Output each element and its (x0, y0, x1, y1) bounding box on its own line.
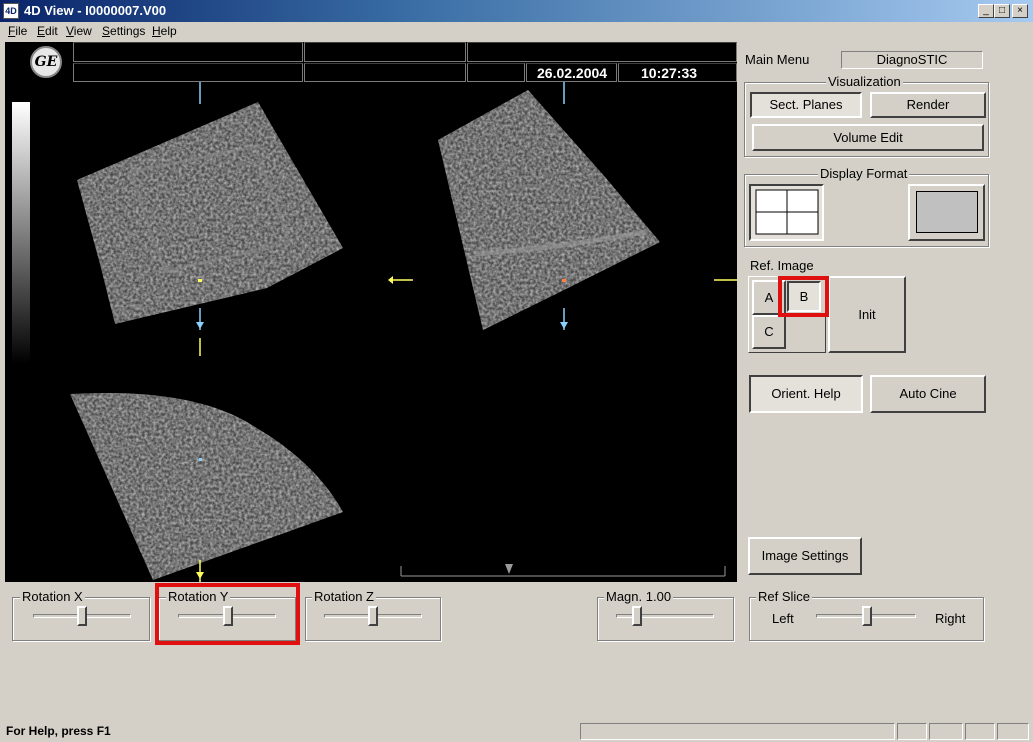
ref-image-c-button[interactable]: C (752, 315, 786, 349)
status-help-text: For Help, press F1 (6, 724, 111, 738)
minimize-button[interactable]: _ (978, 4, 994, 18)
magnification-thumb[interactable] (632, 606, 642, 626)
rotation-x-thumb[interactable] (77, 606, 87, 626)
plane-a-image[interactable] (77, 102, 343, 324)
highlight-box-b (778, 276, 829, 317)
cine-scale[interactable] (400, 564, 726, 577)
menu-view[interactable]: View (66, 24, 92, 38)
ref-image-title: Ref. Image (750, 258, 814, 273)
menu-help[interactable]: Help (152, 24, 177, 38)
highlight-box-rotation-y (155, 583, 300, 645)
rotation-z-thumb[interactable] (368, 606, 378, 626)
magnification-track[interactable] (616, 614, 714, 618)
status-panel (965, 723, 995, 740)
mode-display: DiagnoSTIC (841, 51, 983, 69)
maximize-button[interactable]: □ (994, 4, 1010, 18)
app-icon: 4D (3, 3, 19, 19)
plane-c-image[interactable] (70, 392, 343, 580)
ref-slice-right-label: Right (935, 611, 966, 626)
ultrasound-images[interactable] (5, 42, 737, 582)
single-format-button[interactable] (908, 184, 985, 241)
init-button[interactable]: Init (828, 276, 906, 353)
plane-b-image[interactable] (438, 90, 660, 330)
rotation-z-label: Rotation Z (312, 589, 376, 604)
menu-file[interactable]: File (8, 24, 27, 38)
display-format-title: Display Format (818, 166, 910, 181)
status-panel (580, 723, 895, 740)
auto-cine-button[interactable]: Auto Cine (870, 375, 986, 413)
rotation-x-label: Rotation X (20, 589, 85, 604)
orient-help-button[interactable]: Orient. Help (749, 375, 863, 413)
menu-bar: File Edit View Settings Help (0, 22, 1033, 41)
main-menu-label: Main Menu (745, 52, 810, 67)
menu-settings[interactable]: Settings (102, 24, 145, 38)
quad-layout-icon (755, 189, 819, 235)
status-panel (929, 723, 963, 740)
status-panel (897, 723, 927, 740)
cine-marker (505, 564, 513, 574)
status-panel (997, 723, 1029, 740)
close-button[interactable]: × (1012, 4, 1028, 18)
render-button[interactable]: Render (870, 92, 986, 118)
volume-edit-button[interactable]: Volume Edit (752, 124, 984, 151)
single-layout-icon (915, 191, 978, 233)
ref-slice-thumb[interactable] (862, 606, 872, 626)
title-bar: 4D 4D View - I0000007.V00 _ □ × (0, 0, 1033, 22)
four-quadrant-format-button[interactable] (749, 184, 824, 241)
visualization-title: Visualization (826, 74, 903, 89)
menu-edit[interactable]: Edit (37, 24, 58, 38)
ref-slice-left-label: Left (772, 611, 794, 626)
sect-planes-button[interactable]: Sect. Planes (750, 92, 862, 118)
magnification-label: Magn. 1.00 (604, 589, 674, 604)
ref-slice-label: Ref Slice (756, 589, 813, 604)
window-title: 4D View - I0000007.V00 (24, 3, 167, 18)
image-settings-button[interactable]: Image Settings (748, 537, 862, 575)
